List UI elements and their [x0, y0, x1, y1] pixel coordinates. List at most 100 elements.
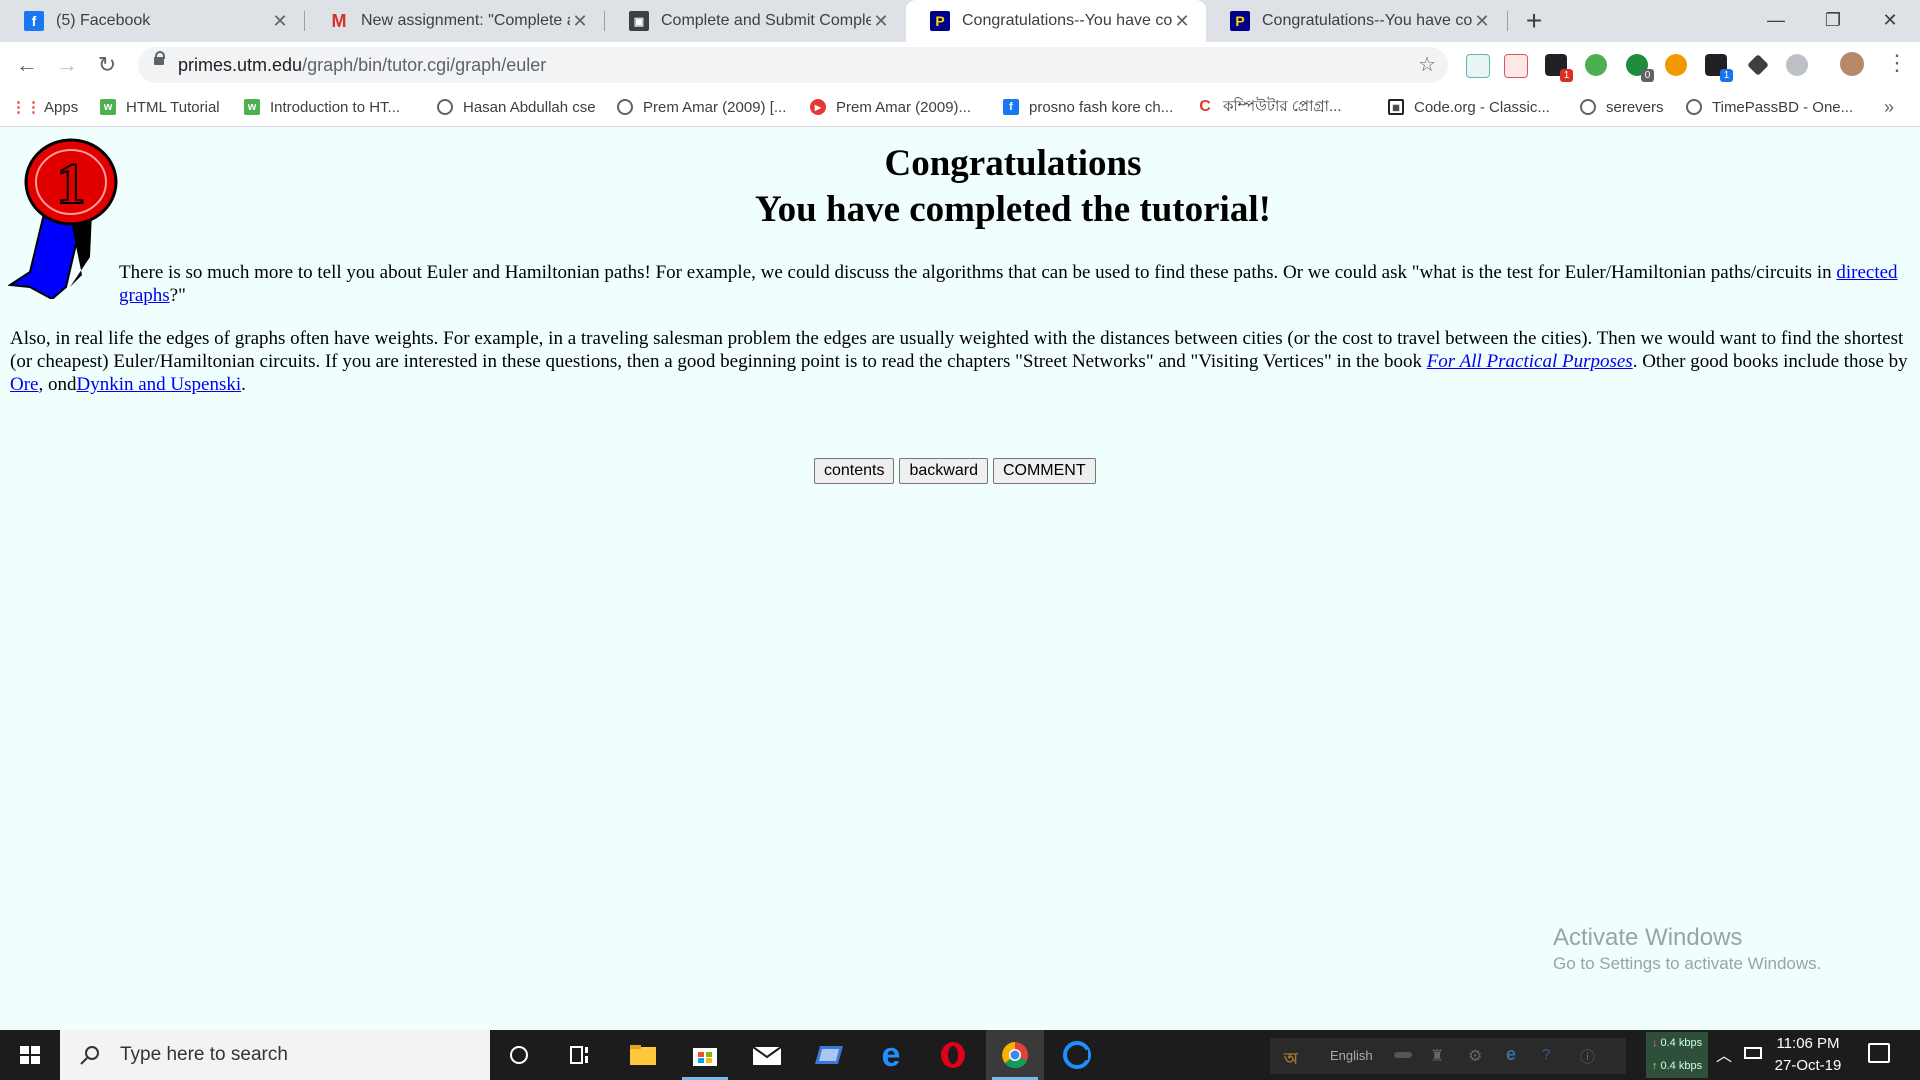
windows-taskbar: Type here to search e অ English ♜ ⚙ e ? …: [0, 1030, 1920, 1080]
taskbar-clock[interactable]: 11:06 PM 27-Oct-19: [1766, 1030, 1850, 1080]
tray-info-icon[interactable]: ⓘ: [1580, 1046, 1595, 1067]
chrome-icon[interactable]: [986, 1030, 1044, 1080]
browser-menu-icon[interactable]: ⋮: [1886, 50, 1908, 76]
tab-separator: [1507, 11, 1508, 31]
extension-cloud-icon[interactable]: [1786, 54, 1808, 76]
file-explorer-icon[interactable]: [614, 1030, 672, 1080]
para2-end: .: [241, 374, 246, 395]
url-text[interactable]: primes.utm.edu/graph/bin/tutor.cgi/graph…: [178, 47, 546, 83]
bookmark-bangla-programming[interactable]: C কম্পিউটার প্রোগ্রা...: [1197, 88, 1341, 126]
minimize-button[interactable]: —: [1753, 0, 1799, 40]
close-tab-icon[interactable]: ✕: [1472, 11, 1492, 32]
close-tab-icon[interactable]: ✕: [871, 11, 891, 32]
net-upload: ↑ 0.4 kbps: [1651, 1060, 1703, 1072]
tray-tool-icon[interactable]: ♜: [1430, 1046, 1444, 1066]
bookmark-introduction[interactable]: w Introduction to HT...: [244, 88, 400, 126]
tab-gmail[interactable]: M New assignment: "Complete and ✕: [305, 0, 604, 42]
tab-congratulations[interactable]: P Congratulations--You have comp ✕: [1206, 0, 1506, 42]
tab-title: (5) Facebook: [56, 12, 151, 29]
activate-windows-watermark: Activate Windows Go to Settings to activ…: [1553, 923, 1821, 975]
bookmark-label: TimePassBD - One...: [1712, 98, 1854, 116]
clock-time: 11:06 PM: [1776, 1035, 1840, 1052]
extension-flame-icon[interactable]: [1665, 54, 1687, 76]
new-tab-button[interactable]: +: [1518, 5, 1550, 37]
bookmark-code-org[interactable]: ▦ Code.org - Classic...: [1388, 88, 1550, 126]
task-view-icon[interactable]: [551, 1030, 609, 1080]
bookmark-prem-amar-1[interactable]: Prem Amar (2009) [...: [617, 88, 786, 126]
heading-completed: You have completed the tutorial!: [755, 189, 1271, 230]
restore-button[interactable]: ❐: [1810, 0, 1856, 40]
tab-title: New assignment: "Complete and: [361, 12, 570, 29]
tray-language[interactable]: English: [1330, 1048, 1373, 1063]
bookmark-star-icon[interactable]: ☆: [1418, 47, 1436, 83]
lock-icon[interactable]: [154, 51, 165, 65]
link-dynkin-uspenski[interactable]: Dynkin and Uspenski: [76, 374, 241, 395]
w3schools-icon: w: [244, 99, 260, 115]
backward-button[interactable]: backward: [899, 458, 988, 484]
cortana-icon[interactable]: [490, 1030, 548, 1080]
close-tab-icon[interactable]: ✕: [1172, 11, 1192, 32]
tray-ie-icon[interactable]: e: [1506, 1044, 1516, 1065]
profile-avatar[interactable]: [1840, 52, 1864, 76]
extension-eyedropper-icon[interactable]: [1747, 54, 1769, 76]
tab-title: Congratulations--You have comp: [1262, 12, 1472, 29]
tray-settings-icon[interactable]: ⚙: [1468, 1046, 1482, 1066]
microsoft-store-icon[interactable]: [676, 1030, 734, 1080]
facebook-icon: f: [1003, 99, 1019, 115]
primes-icon: P: [930, 11, 950, 31]
extension-clip-icon[interactable]: [1466, 54, 1490, 78]
start-button[interactable]: [0, 1030, 60, 1080]
ccleaner-icon[interactable]: [1048, 1030, 1106, 1080]
bookmark-hasan-abdullah[interactable]: Hasan Abdullah cse: [437, 88, 596, 126]
extension-box-icon[interactable]: 1: [1705, 54, 1733, 82]
contents-button[interactable]: contents: [814, 458, 895, 484]
edge-icon[interactable]: e: [862, 1030, 920, 1080]
bookmark-serevers[interactable]: serevers: [1580, 88, 1664, 126]
network-speed-meter[interactable]: ↓ 0.4 kbps ↑ 0.4 kbps: [1646, 1032, 1708, 1078]
link-for-all-practical-purposes[interactable]: For All Practical Purposes: [1427, 351, 1633, 372]
watermark-subtitle: Go to Settings to activate Windows.: [1553, 954, 1822, 973]
tab-congratulations-active[interactable]: P Congratulations--You have comp ✕: [906, 0, 1206, 42]
address-bar[interactable]: primes.utm.edu/graph/bin/tutor.cgi/graph…: [138, 47, 1448, 83]
bookmark-timepassbd[interactable]: TimePassBD - One...: [1686, 88, 1853, 126]
bookmark-label: Hasan Abdullah cse: [463, 98, 596, 116]
bookmark-label: Code.org - Classic...: [1414, 98, 1550, 116]
tray-help-icon[interactable]: ?: [1542, 1046, 1550, 1063]
extension-badge: 0: [1641, 69, 1654, 82]
opera-icon[interactable]: [924, 1030, 982, 1080]
web-page-content: 1 Congratulations You have completed the…: [0, 127, 1920, 1030]
notes-app-icon[interactable]: [800, 1030, 858, 1080]
globe-icon: [1580, 99, 1596, 115]
extension-shield-icon[interactable]: 0: [1626, 54, 1654, 82]
notification-center-icon[interactable]: [1868, 1043, 1890, 1063]
comment-button[interactable]: COMMENT: [992, 458, 1096, 484]
back-button[interactable]: ←: [10, 48, 44, 82]
tab-classroom[interactable]: ▣ Complete and Submit Completio ✕: [605, 0, 905, 42]
close-tab-icon[interactable]: ✕: [570, 11, 590, 32]
tab-facebook[interactable]: f (5) Facebook ✕: [0, 0, 304, 42]
taskbar-search-box[interactable]: Type here to search: [60, 1030, 490, 1080]
tray-minimize-icon[interactable]: [1394, 1052, 1412, 1058]
extension-dark-icon[interactable]: 1: [1545, 54, 1573, 82]
bookmarks-overflow-icon[interactable]: »: [1884, 88, 1894, 126]
bookmark-prosno-fash[interactable]: f prosno fash kore ch...: [1003, 88, 1173, 126]
forward-button[interactable]: →: [50, 48, 84, 82]
reload-button[interactable]: ↻: [90, 48, 124, 82]
close-window-button[interactable]: ✕: [1867, 0, 1913, 40]
windows-logo-icon: [20, 1046, 40, 1064]
system-tray-toolbar: অ English ♜ ⚙ e ? ⓘ: [1270, 1038, 1626, 1074]
bookmark-html-tutorial[interactable]: w HTML Tutorial: [100, 88, 220, 126]
avro-keyboard-icon[interactable]: অ: [1284, 1046, 1298, 1073]
mail-icon[interactable]: [738, 1030, 796, 1080]
show-hidden-icons-chevron-icon[interactable]: ︿: [1716, 1042, 1732, 1066]
globe-icon: [617, 99, 633, 115]
close-tab-icon[interactable]: ✕: [270, 11, 290, 32]
browser-tab-strip: f (5) Facebook ✕ M New assignment: "Comp…: [0, 0, 1920, 42]
battery-icon[interactable]: [1744, 1047, 1762, 1059]
bookmark-apps[interactable]: ⋮⋮ Apps: [11, 88, 78, 126]
extension-green-icon[interactable]: [1585, 54, 1607, 76]
paragraph-euler-intro: There is so much more to tell you about …: [119, 261, 1914, 307]
link-ore[interactable]: Ore: [10, 374, 38, 395]
extension-pdf-icon[interactable]: [1504, 54, 1528, 78]
bookmark-prem-amar-2[interactable]: ▶ Prem Amar (2009)...: [810, 88, 971, 126]
